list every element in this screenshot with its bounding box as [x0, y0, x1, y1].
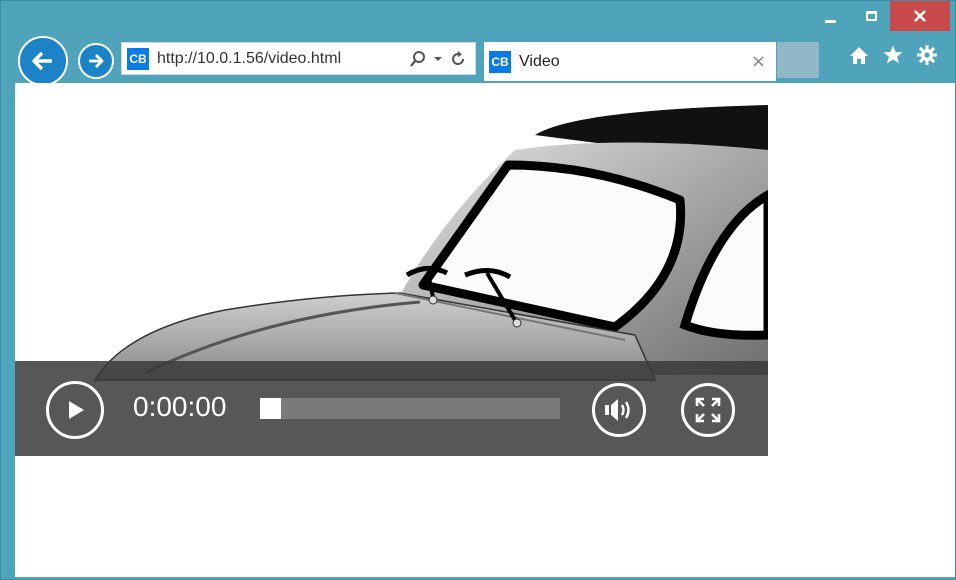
maximize-button[interactable] — [856, 1, 886, 31]
tab-close-icon[interactable]: × — [751, 51, 766, 72]
volume-icon — [605, 399, 630, 421]
time-display: 0:00:00 — [133, 391, 227, 422]
forward-arrow-icon — [89, 54, 104, 68]
play-icon — [69, 401, 84, 419]
seek-bar[interactable] — [260, 398, 560, 419]
maximize-icon — [865, 11, 877, 21]
fullscreen-icon — [695, 397, 721, 423]
home-icon[interactable] — [847, 43, 871, 67]
forward-button[interactable] — [78, 43, 114, 79]
tab-favicon: CB — [489, 50, 511, 73]
play-button[interactable] — [46, 381, 104, 439]
new-tab-button[interactable] — [777, 42, 819, 78]
back-button[interactable] — [18, 36, 68, 86]
page-content: 0:00:00 — [15, 83, 955, 577]
tab-video[interactable]: CB Video × — [484, 42, 776, 81]
site-favicon: CB — [127, 47, 149, 70]
star-icon[interactable] — [881, 43, 905, 67]
close-icon — [914, 10, 926, 22]
dropdown-icon[interactable] — [433, 54, 443, 64]
address-url[interactable]: http://10.0.1.56/video.html — [157, 50, 409, 68]
video-controls: 0:00:00 — [15, 361, 768, 456]
minimize-button[interactable] — [815, 1, 845, 31]
browser-window: CB http://10.0.1.56/video.html CB Video … — [0, 0, 956, 580]
close-window-button[interactable] — [890, 1, 950, 31]
tab-title: Video — [519, 52, 560, 70]
minimize-icon — [824, 19, 836, 23]
gear-icon[interactable] — [915, 43, 939, 67]
volume-button[interactable] — [592, 383, 646, 437]
search-icon[interactable] — [409, 50, 427, 68]
address-bar[interactable]: CB http://10.0.1.56/video.html — [121, 42, 476, 75]
seek-bar-fill — [260, 398, 281, 419]
refresh-icon[interactable] — [449, 50, 467, 68]
back-arrow-icon — [32, 51, 52, 71]
fullscreen-button[interactable] — [681, 383, 735, 437]
